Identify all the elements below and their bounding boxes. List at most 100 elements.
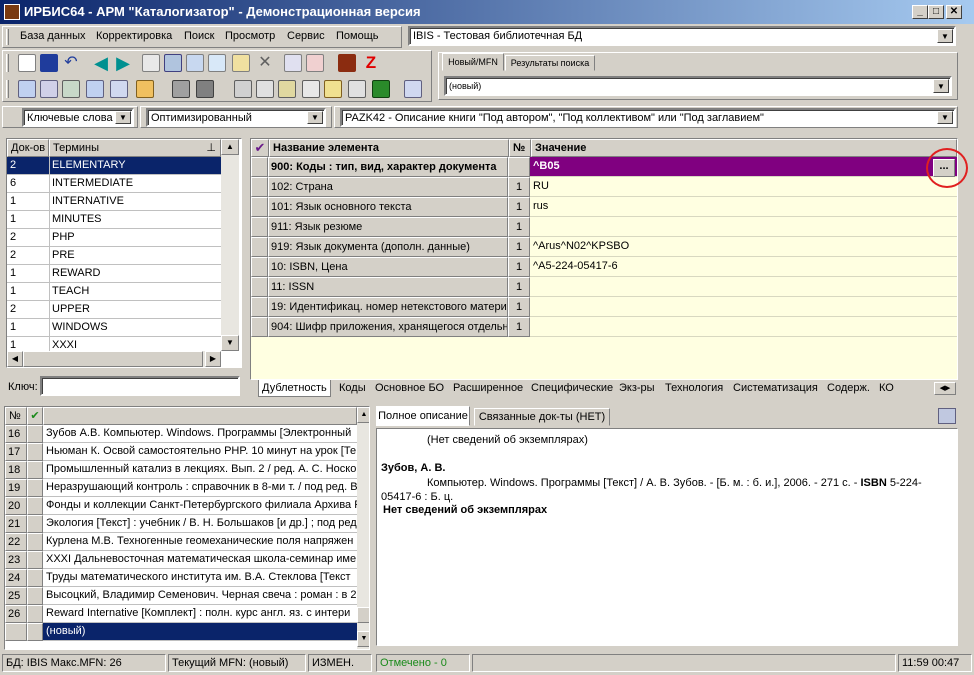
element-value[interactable]: rus [530, 197, 957, 217]
record-mark-checkbox[interactable] [27, 515, 43, 533]
term-row[interactable]: 1 INTERNATIVE [7, 193, 221, 211]
col-num-header[interactable]: № [5, 407, 27, 425]
record-row[interactable]: 21 Экология [Текст] : учебник / В. Н. Бол… [5, 515, 365, 533]
tab-systematization[interactable]: Систематизация [730, 380, 821, 397]
word-doc-icon[interactable] [348, 80, 366, 98]
col-terms-header[interactable]: Термины ⊥ [49, 139, 221, 157]
element-row[interactable]: 10: ISBN, Цена 1 ^A5-224-05417-6 [251, 257, 957, 277]
worksheet-select[interactable]: PAZK42 - Описание книги "Под автором", "… [340, 108, 956, 127]
tab-copies[interactable]: Экз-ры [616, 380, 658, 397]
scroll-down-icon[interactable]: ▼ [221, 335, 239, 351]
record-mark-checkbox[interactable] [27, 587, 43, 605]
term-row[interactable]: 2 ELEMENTARY [7, 157, 221, 175]
search-comment-icon[interactable] [18, 80, 36, 98]
print-icon[interactable] [234, 80, 252, 98]
search-plus-icon[interactable] [40, 80, 58, 98]
pen-icon[interactable] [136, 80, 154, 98]
term-row[interactable]: 1 WINDOWS [7, 319, 221, 337]
scroll-right-icon[interactable]: ▶ [205, 351, 221, 367]
record-mark-checkbox[interactable] [27, 551, 43, 569]
database-select[interactable]: IBIS - Тестовая библиотечная БД ▼ [408, 26, 956, 46]
terms-vscroll[interactable]: ▲ ▼ [221, 139, 239, 351]
element-row[interactable]: 19: Идентификац. номер нетекстового мате… [251, 297, 957, 317]
chevron-down-icon[interactable]: ▼ [937, 29, 953, 43]
back-icon[interactable]: ◀ [92, 54, 110, 72]
pages-icon[interactable] [302, 80, 320, 98]
minimize-button[interactable]: _ [912, 5, 928, 19]
tab-search-results[interactable]: Результаты поиска [505, 55, 595, 71]
element-value[interactable] [530, 297, 957, 317]
tab-contents[interactable]: Содерж. [824, 380, 873, 397]
record-row[interactable]: 17 Ньюман К. Освой самостоятельно PHP. 10… [5, 443, 365, 461]
element-row[interactable]: 102: Страна 1 RU [251, 177, 957, 197]
z3950-icon[interactable]: Z [362, 54, 380, 72]
record-row[interactable]: 16 Зубов А.В. Компьютер. Windows. Програм… [5, 425, 365, 443]
menu-edit[interactable]: Корректировка [96, 30, 172, 42]
element-row[interactable]: 11: ISSN 1 [251, 277, 957, 297]
tab-linked-docs[interactable]: Связанные док-ты (НЕТ) [474, 408, 610, 426]
barcode-icon[interactable] [338, 54, 356, 72]
record-mark-checkbox[interactable] [27, 425, 43, 443]
mode-select[interactable]: Оптимизированный ▼ [146, 108, 326, 127]
mail-icon[interactable] [62, 80, 80, 98]
record-mark-checkbox[interactable] [27, 623, 43, 641]
element-value[interactable] [530, 277, 957, 297]
maximize-button[interactable]: □ [928, 5, 944, 19]
tab-new-mfn[interactable]: Новый/MFN [442, 53, 504, 71]
record-row[interactable]: 25 Высоцкий, Владимир Семенович. Черная с… [5, 587, 365, 605]
record-mark-checkbox[interactable] [27, 569, 43, 587]
record-row[interactable]: 18 Промышленный катализ в лекциях. Вып. 2… [5, 461, 365, 479]
record-mark-checkbox[interactable] [27, 605, 43, 623]
folders-icon[interactable] [196, 80, 214, 98]
tab-duplicates[interactable]: Дублетность [258, 380, 331, 397]
open-folder-icon[interactable] [324, 80, 342, 98]
record-mark-checkbox[interactable] [27, 443, 43, 461]
scroll-up-icon[interactable]: ▲ [221, 139, 239, 155]
element-row[interactable]: 900: Коды : тип, вид, характер документа… [251, 157, 957, 177]
record-row[interactable]: 26 Reward Internative [Комплект] : полн. … [5, 605, 365, 623]
element-value[interactable]: ^A5-224-05417-6 [530, 257, 957, 277]
menu-view[interactable]: Просмотр [225, 30, 275, 42]
term-row[interactable]: 6 INTERMEDIATE [7, 175, 221, 193]
record-mark-checkbox[interactable] [27, 461, 43, 479]
key-input[interactable] [40, 376, 240, 396]
print-list-icon[interactable] [256, 80, 274, 98]
element-row[interactable]: 911: Язык резюме 1 [251, 217, 957, 237]
pin-icon[interactable]: ⊥ [206, 140, 216, 156]
record-row[interactable]: 24 Труды математического института им. В.… [5, 569, 365, 587]
element-value[interactable] [530, 317, 957, 337]
term-row[interactable]: 2 PHP [7, 229, 221, 247]
delete-icon[interactable]: ✕ [256, 54, 274, 72]
col-value-header[interactable]: Значение [531, 139, 957, 157]
term-row[interactable]: 2 PRE [7, 247, 221, 265]
menu-database[interactable]: База данных [20, 30, 86, 42]
record-mark-checkbox[interactable] [27, 497, 43, 515]
records-vscroll[interactable]: ▲ ▼ [357, 407, 369, 649]
menu-service[interactable]: Сервис [287, 30, 325, 42]
element-row[interactable]: 101: Язык основного текста 1 rus [251, 197, 957, 217]
col-name-header[interactable]: Название элемента [269, 139, 509, 157]
element-row[interactable]: 904: Шифр приложения, хранящегося отдель… [251, 317, 957, 337]
scroll-down-icon[interactable]: ▼ [357, 631, 369, 647]
scroll-up-icon[interactable]: ▲ [357, 407, 369, 423]
scroll-thumb[interactable] [357, 607, 369, 623]
menu-search[interactable]: Поиск [184, 30, 214, 42]
export-icon[interactable] [306, 54, 324, 72]
new-mfn-select[interactable]: (новый) ▼ [444, 76, 952, 96]
record-row[interactable]: 22 Курлена М.В. Техногенные геомеханическ… [5, 533, 365, 551]
grid-icon[interactable] [164, 54, 182, 72]
element-value[interactable] [530, 217, 957, 237]
chevron-down-icon[interactable]: ▼ [933, 79, 949, 93]
record-row[interactable]: 23 XXXI Дальневосточная математическая шк… [5, 551, 365, 569]
scanner-icon[interactable] [172, 80, 190, 98]
record-mark-checkbox[interactable] [27, 533, 43, 551]
term-row[interactable]: 2 UPPER [7, 301, 221, 319]
tab-ko[interactable]: КО [876, 380, 897, 397]
copy-record-icon[interactable] [142, 54, 160, 72]
record-row-new[interactable]: (новый) [5, 623, 365, 641]
scroll-thumb[interactable] [23, 351, 203, 367]
term-row[interactable]: 1 TEACH [7, 283, 221, 301]
print-form-icon[interactable] [278, 80, 296, 98]
edit-icon[interactable] [232, 54, 250, 72]
undo-icon[interactable]: ↶ [62, 54, 80, 72]
